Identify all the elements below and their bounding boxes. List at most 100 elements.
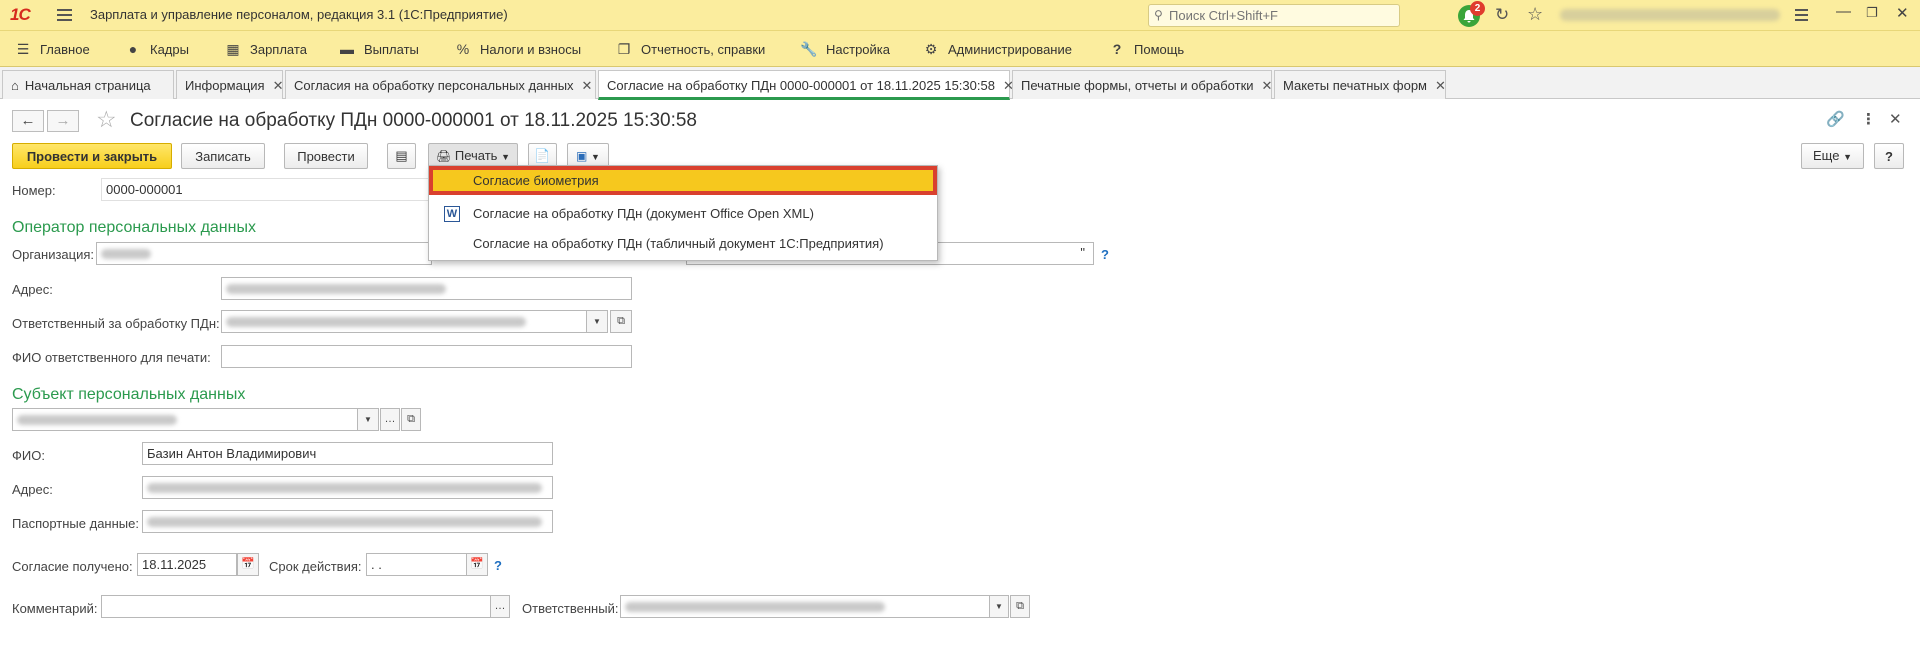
back-button[interactable]: ← — [12, 110, 44, 132]
tab-print-forms[interactable]: Печатные формы, отчеты и обработки ✕ — [1012, 70, 1272, 99]
close-form-icon[interactable]: ✕ — [1889, 110, 1902, 128]
address-label: Адрес: — [12, 282, 53, 297]
tab-consent-document[interactable]: Согласие на обработку ПДн 0000-000001 от… — [598, 70, 1014, 100]
comment-field[interactable] — [101, 595, 491, 618]
notifications-count-badge: 2 — [1470, 1, 1485, 16]
menu-item-payments[interactable]: ▬ Выплаты — [338, 41, 419, 57]
gear-icon: ⚙ — [924, 41, 938, 57]
create-based-icon: ▣ — [576, 149, 588, 163]
consent-received-label: Согласие получено: — [12, 559, 133, 574]
passport-label: Паспортные данные: — [12, 516, 139, 531]
open-icon: ⧉ — [407, 413, 415, 425]
responsible-dropdown-button[interactable]: ▼ — [989, 595, 1009, 618]
open-tabs-bar: ⌂ Начальная страница Информация ✕ Согласия… — [0, 67, 1920, 100]
wallet-icon: ▬ — [340, 41, 354, 57]
close-icon[interactable]: ✕ — [1262, 78, 1273, 93]
subject-select-button[interactable]: … — [380, 408, 400, 431]
post-and-close-button[interactable]: Провести и закрыть — [12, 143, 172, 169]
fio-for-print-label: ФИО ответственного для печати: — [12, 350, 211, 365]
menu-item-settings[interactable]: 🔧 Настройка — [800, 41, 890, 58]
menu-item-reports[interactable]: ❐ Отчетность, справки — [615, 41, 766, 58]
forward-button[interactable]: → — [47, 110, 79, 132]
post-button[interactable]: Провести — [284, 143, 368, 169]
menu-item-taxes[interactable]: % Налоги и взносы — [454, 41, 581, 57]
more-actions-icon[interactable]: ⋮ — [1861, 110, 1876, 128]
print-menu-item-docx[interactable]: W Согласие на обработку ПДн (документ Of… — [429, 199, 937, 228]
print-menu-item-biometry[interactable]: Согласие биометрия — [429, 166, 937, 195]
organization-field[interactable] — [96, 242, 432, 265]
journal-icon: ▤ — [395, 148, 408, 163]
responsible-pdn-field[interactable] — [221, 310, 587, 333]
menu-item-personnel[interactable]: ● Кадры — [124, 41, 189, 57]
menu-item-help[interactable]: ? Помощь — [1108, 41, 1185, 57]
minimize-window-icon[interactable]: — — [1836, 3, 1851, 20]
arrow-right-icon: → — [55, 112, 71, 129]
close-icon[interactable]: ✕ — [1435, 78, 1446, 93]
menu-item-salary[interactable]: ▦ Зарплата — [224, 41, 307, 58]
tab-consents-list[interactable]: Согласия на обработку персональных данны… — [285, 70, 596, 99]
print-menu-item-mxl[interactable]: Согласие на обработку ПДн (табличный док… — [429, 229, 937, 258]
link-icon[interactable]: 🔗 — [1826, 110, 1845, 128]
subject-employee-field[interactable] — [12, 408, 358, 431]
organization-help-icon[interactable]: ? — [1101, 247, 1109, 262]
responsible-field[interactable] — [620, 595, 990, 618]
subject-open-button[interactable]: ⧉ — [401, 408, 421, 431]
close-icon[interactable]: ✕ — [273, 78, 284, 93]
validity-date-calendar-button[interactable]: 📅 — [466, 553, 488, 576]
number-label: Номер: — [12, 183, 56, 198]
validity-help-icon[interactable]: ? — [494, 558, 502, 573]
responsible-pdn-open-button[interactable]: ⧉ — [610, 310, 632, 333]
document-journal-button[interactable]: ▤ — [387, 143, 416, 169]
consent-date-field[interactable]: 18.11.2025 — [137, 553, 237, 576]
printer-icon: 🖨 — [436, 149, 452, 163]
responsible-pdn-dropdown-button[interactable]: ▼ — [586, 310, 608, 333]
menu-item-administration[interactable]: ⚙ Администрирование — [922, 41, 1072, 58]
subject-dropdown-button[interactable]: ▼ — [357, 408, 379, 431]
help-button[interactable]: ? — [1874, 143, 1904, 169]
fio-field[interactable]: Базин Антон Владимирович — [142, 442, 553, 465]
history-icon[interactable]: ↻ — [1495, 5, 1509, 25]
passport-field[interactable] — [142, 510, 553, 533]
tab-print-templates[interactable]: Макеты печатных форм ✕ — [1274, 70, 1446, 99]
current-user-name[interactable] — [1560, 9, 1780, 21]
main-section-icon: ☰ — [16, 41, 30, 57]
close-icon[interactable]: ✕ — [582, 78, 593, 93]
word-document-icon: W — [444, 206, 460, 222]
chevron-down-icon: ▼ — [593, 317, 601, 326]
save-button[interactable]: Записать — [181, 143, 265, 169]
validity-label: Срок действия: — [269, 559, 362, 574]
tab-information[interactable]: Информация ✕ — [176, 70, 284, 99]
search-input[interactable] — [1169, 5, 1389, 26]
home-icon: ⌂ — [11, 78, 19, 93]
close-window-icon[interactable]: ✕ — [1896, 4, 1909, 22]
calendar-icon: 📅 — [470, 558, 484, 570]
global-search[interactable]: ⚲ — [1148, 4, 1400, 27]
comment-edit-button[interactable]: … — [490, 595, 510, 618]
document-clip-icon: 📄 — [534, 148, 551, 163]
tab-home[interactable]: ⌂ Начальная страница — [2, 70, 174, 99]
more-button[interactable]: Еще ▼ — [1801, 143, 1864, 169]
sections-menu: ☰ Главное ● Кадры ▦ Зарплата ▬ Выплаты % Нало… — [0, 31, 1920, 67]
responsible-pdn-label: Ответственный за обработку ПДн: — [12, 316, 220, 331]
favorite-star-icon[interactable]: ☆ — [96, 106, 117, 133]
menu-item-main[interactable]: ☰ Главное — [14, 41, 90, 58]
operator-address-field[interactable] — [221, 277, 632, 300]
consent-date-calendar-button[interactable]: 📅 — [237, 553, 259, 576]
fio-for-print-field[interactable] — [221, 345, 632, 368]
calendar-icon: 📅 — [241, 558, 255, 570]
window-title: Зарплата и управление персоналом, редакц… — [90, 7, 508, 22]
number-field[interactable]: 0000-000001 — [101, 178, 431, 201]
ellipsis-icon: … — [384, 413, 396, 425]
wrench-icon: 🔧 — [800, 41, 818, 57]
comment-label: Комментарий: — [12, 601, 98, 616]
open-icon: ⧉ — [617, 315, 625, 327]
percent-icon: % — [456, 41, 470, 57]
responsible-open-button[interactable]: ⧉ — [1010, 595, 1030, 618]
subject-address-field[interactable] — [142, 476, 553, 499]
subject-section-title: Субъект персональных данных — [12, 386, 246, 403]
validity-date-field[interactable]: . . — [366, 553, 468, 576]
favorites-star-icon[interactable]: ☆ — [1527, 4, 1543, 25]
restore-window-icon[interactable]: ❐ — [1866, 5, 1878, 21]
operator-section-title: Оператор персональных данных — [12, 219, 256, 236]
print-dropdown-menu: Согласие биометрия W Согласие на обработ… — [428, 165, 938, 261]
